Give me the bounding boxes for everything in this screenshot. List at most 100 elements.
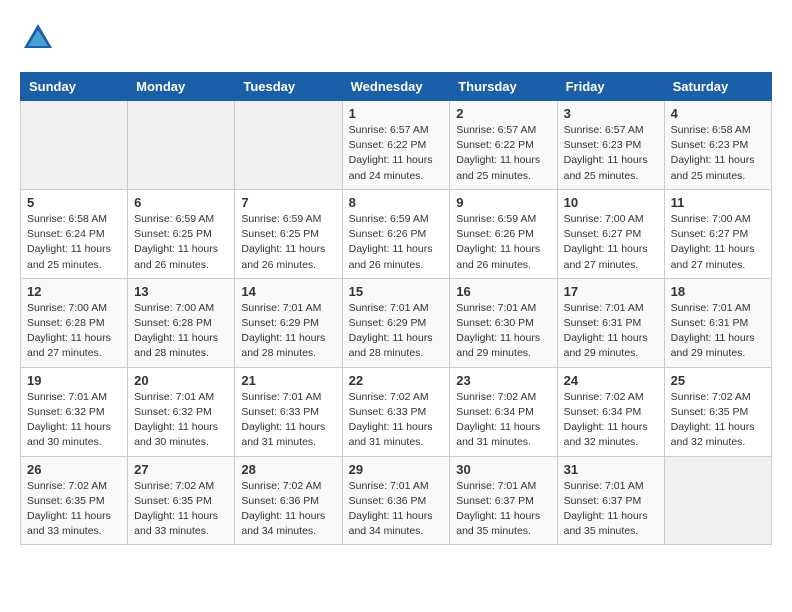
- weekday-header-monday: Monday: [128, 73, 235, 101]
- calendar-cell: 16Sunrise: 7:01 AM Sunset: 6:30 PM Dayli…: [450, 278, 557, 367]
- calendar-cell: 24 Sunrise: 7:02 AM Sunset: 6:34 PM Dayli…: [557, 367, 664, 456]
- day-info: Sunrise: 6:58 AM Sunset: 6:23 PM Dayligh…: [671, 123, 765, 184]
- calendar-cell: 11 Sunrise: 7:00 AM Sunset: 6:27 PM Dayli…: [664, 189, 771, 278]
- day-number: 4: [671, 106, 765, 121]
- day-number: 14: [241, 284, 335, 299]
- day-info: Sunrise: 6:59 AM Sunset: 6:26 PM Dayligh…: [456, 212, 550, 273]
- day-number: 17: [564, 284, 658, 299]
- weekday-header-wednesday: Wednesday: [342, 73, 450, 101]
- calendar-cell: 20Sunrise: 7:01 AM Sunset: 6:32 PM Dayli…: [128, 367, 235, 456]
- day-info: Sunrise: 6:57 AM Sunset: 6:22 PM Dayligh…: [456, 123, 550, 184]
- day-number: 11: [671, 195, 765, 210]
- day-number: 1: [349, 106, 444, 121]
- calendar-week-5: 26 Sunrise: 7:02 AM Sunset: 6:35 PM Dayli…: [21, 456, 772, 545]
- calendar-cell: 6 Sunrise: 6:59 AM Sunset: 6:25 PM Daylig…: [128, 189, 235, 278]
- calendar-cell: 29Sunrise: 7:01 AM Sunset: 6:36 PM Dayli…: [342, 456, 450, 545]
- day-number: 27: [134, 462, 228, 477]
- weekday-header-sunday: Sunday: [21, 73, 128, 101]
- calendar-cell: 14 Sunrise: 7:01 AM Sunset: 6:29 PM Dayli…: [235, 278, 342, 367]
- day-number: 18: [671, 284, 765, 299]
- day-number: 28: [241, 462, 335, 477]
- day-number: 8: [349, 195, 444, 210]
- day-number: 24: [564, 373, 658, 388]
- day-info: Sunrise: 7:01 AM Sunset: 6:37 PM Dayligh…: [564, 479, 658, 540]
- day-info: Sunrise: 7:01 AM Sunset: 6:37 PM Dayligh…: [456, 479, 550, 540]
- day-info: Sunrise: 7:02 AM Sunset: 6:35 PM Dayligh…: [27, 479, 121, 540]
- day-info: Sunrise: 7:01 AM Sunset: 6:29 PM Dayligh…: [349, 301, 444, 362]
- logo-icon: [20, 20, 56, 56]
- calendar-cell: 10Sunrise: 7:00 AM Sunset: 6:27 PM Dayli…: [557, 189, 664, 278]
- calendar-cell: 1 Sunrise: 6:57 AM Sunset: 6:22 PM Daylig…: [342, 101, 450, 190]
- calendar-cell: 21Sunrise: 7:01 AM Sunset: 6:33 PM Dayli…: [235, 367, 342, 456]
- day-info: Sunrise: 6:59 AM Sunset: 6:25 PM Dayligh…: [134, 212, 228, 273]
- calendar-cell: 12 Sunrise: 7:00 AM Sunset: 6:28 PM Dayli…: [21, 278, 128, 367]
- day-info: Sunrise: 6:57 AM Sunset: 6:22 PM Dayligh…: [349, 123, 444, 184]
- weekday-header-saturday: Saturday: [664, 73, 771, 101]
- day-info: Sunrise: 7:02 AM Sunset: 6:34 PM Dayligh…: [564, 390, 658, 451]
- day-info: Sunrise: 6:59 AM Sunset: 6:25 PM Dayligh…: [241, 212, 335, 273]
- day-info: Sunrise: 7:01 AM Sunset: 6:29 PM Dayligh…: [241, 301, 335, 362]
- day-number: 31: [564, 462, 658, 477]
- day-number: 6: [134, 195, 228, 210]
- day-number: 20: [134, 373, 228, 388]
- day-info: Sunrise: 7:00 AM Sunset: 6:28 PM Dayligh…: [27, 301, 121, 362]
- day-number: 19: [27, 373, 121, 388]
- calendar-cell: 8 Sunrise: 6:59 AM Sunset: 6:26 PM Daylig…: [342, 189, 450, 278]
- day-info: Sunrise: 7:00 AM Sunset: 6:27 PM Dayligh…: [671, 212, 765, 273]
- calendar-cell: 22 Sunrise: 7:02 AM Sunset: 6:33 PM Dayli…: [342, 367, 450, 456]
- day-info: Sunrise: 6:59 AM Sunset: 6:26 PM Dayligh…: [349, 212, 444, 273]
- day-number: 16: [456, 284, 550, 299]
- calendar-cell: 19 Sunrise: 7:01 AM Sunset: 6:32 PM Dayli…: [21, 367, 128, 456]
- day-info: Sunrise: 7:01 AM Sunset: 6:31 PM Dayligh…: [564, 301, 658, 362]
- day-number: 23: [456, 373, 550, 388]
- calendar-cell: 28 Sunrise: 7:02 AM Sunset: 6:36 PM Dayli…: [235, 456, 342, 545]
- day-number: 26: [27, 462, 121, 477]
- calendar-cell: 26 Sunrise: 7:02 AM Sunset: 6:35 PM Dayli…: [21, 456, 128, 545]
- day-number: 2: [456, 106, 550, 121]
- calendar-cell: 5 Sunrise: 6:58 AM Sunset: 6:24 PM Daylig…: [21, 189, 128, 278]
- calendar-cell: [21, 101, 128, 190]
- calendar-cell: 7 Sunrise: 6:59 AM Sunset: 6:25 PM Daylig…: [235, 189, 342, 278]
- logo: [20, 20, 62, 56]
- day-info: Sunrise: 6:58 AM Sunset: 6:24 PM Dayligh…: [27, 212, 121, 273]
- day-number: 5: [27, 195, 121, 210]
- day-number: 13: [134, 284, 228, 299]
- day-number: 12: [27, 284, 121, 299]
- calendar-cell: 27 Sunrise: 7:02 AM Sunset: 6:35 PM Dayli…: [128, 456, 235, 545]
- day-info: Sunrise: 7:00 AM Sunset: 6:27 PM Dayligh…: [564, 212, 658, 273]
- day-info: Sunrise: 7:01 AM Sunset: 6:33 PM Dayligh…: [241, 390, 335, 451]
- day-info: Sunrise: 7:01 AM Sunset: 6:32 PM Dayligh…: [27, 390, 121, 451]
- day-info: Sunrise: 7:02 AM Sunset: 6:35 PM Dayligh…: [134, 479, 228, 540]
- day-info: Sunrise: 7:02 AM Sunset: 6:35 PM Dayligh…: [671, 390, 765, 451]
- weekday-header-row: SundayMondayTuesdayWednesdayThursdayFrid…: [21, 73, 772, 101]
- day-number: 15: [349, 284, 444, 299]
- calendar-cell: 15 Sunrise: 7:01 AM Sunset: 6:29 PM Dayli…: [342, 278, 450, 367]
- calendar-cell: 25 Sunrise: 7:02 AM Sunset: 6:35 PM Dayli…: [664, 367, 771, 456]
- calendar-cell: [128, 101, 235, 190]
- calendar-week-3: 12 Sunrise: 7:00 AM Sunset: 6:28 PM Dayli…: [21, 278, 772, 367]
- day-number: 7: [241, 195, 335, 210]
- day-number: 9: [456, 195, 550, 210]
- day-info: Sunrise: 7:02 AM Sunset: 6:34 PM Dayligh…: [456, 390, 550, 451]
- calendar-table: SundayMondayTuesdayWednesdayThursdayFrid…: [20, 72, 772, 545]
- calendar-cell: 31 Sunrise: 7:01 AM Sunset: 6:37 PM Dayli…: [557, 456, 664, 545]
- calendar-cell: 13 Sunrise: 7:00 AM Sunset: 6:28 PM Dayli…: [128, 278, 235, 367]
- day-info: Sunrise: 7:00 AM Sunset: 6:28 PM Dayligh…: [134, 301, 228, 362]
- weekday-header-friday: Friday: [557, 73, 664, 101]
- day-info: Sunrise: 6:57 AM Sunset: 6:23 PM Dayligh…: [564, 123, 658, 184]
- day-number: 3: [564, 106, 658, 121]
- calendar-week-1: 1 Sunrise: 6:57 AM Sunset: 6:22 PM Daylig…: [21, 101, 772, 190]
- day-info: Sunrise: 7:02 AM Sunset: 6:33 PM Dayligh…: [349, 390, 444, 451]
- day-number: 25: [671, 373, 765, 388]
- calendar-cell: 9 Sunrise: 6:59 AM Sunset: 6:26 PM Daylig…: [450, 189, 557, 278]
- day-info: Sunrise: 7:01 AM Sunset: 6:31 PM Dayligh…: [671, 301, 765, 362]
- day-number: 22: [349, 373, 444, 388]
- calendar-week-2: 5 Sunrise: 6:58 AM Sunset: 6:24 PM Daylig…: [21, 189, 772, 278]
- calendar-cell: 3 Sunrise: 6:57 AM Sunset: 6:23 PM Daylig…: [557, 101, 664, 190]
- calendar-cell: [664, 456, 771, 545]
- weekday-header-tuesday: Tuesday: [235, 73, 342, 101]
- calendar-cell: 23 Sunrise: 7:02 AM Sunset: 6:34 PM Dayli…: [450, 367, 557, 456]
- day-info: Sunrise: 7:01 AM Sunset: 6:36 PM Dayligh…: [349, 479, 444, 540]
- calendar-cell: 18 Sunrise: 7:01 AM Sunset: 6:31 PM Dayli…: [664, 278, 771, 367]
- day-info: Sunrise: 7:02 AM Sunset: 6:36 PM Dayligh…: [241, 479, 335, 540]
